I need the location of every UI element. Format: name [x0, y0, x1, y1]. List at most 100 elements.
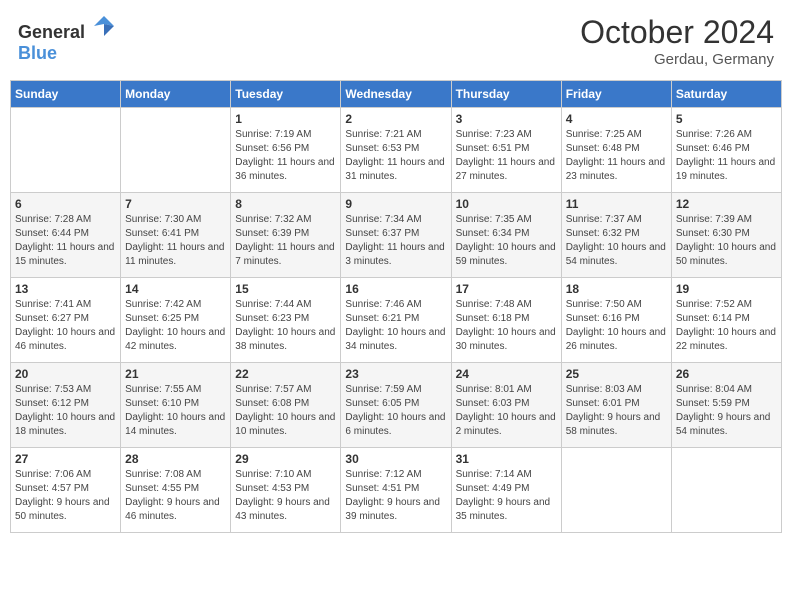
day-number: 16: [345, 282, 446, 296]
day-info: Sunrise: 7:42 AM Sunset: 6:25 PM Dayligh…: [125, 298, 226, 354]
week-row-1: 1 Sunrise: 7:19 AM Sunset: 6:56 PM Daylig…: [11, 108, 782, 193]
day-cell: 1 Sunrise: 7:19 AM Sunset: 6:56 PM Daylig…: [231, 108, 341, 193]
day-info: Sunrise: 7:28 AM Sunset: 6:44 PM Dayligh…: [15, 213, 116, 269]
day-cell: 30Sunrise: 7:12 AM Sunset: 4:51 PM Dayli…: [341, 448, 451, 533]
weekday-header-sunday: Sunday: [11, 81, 121, 108]
day-info: Sunrise: 7:32 AM Sunset: 6:39 PM Dayligh…: [235, 213, 336, 269]
calendar-table: SundayMondayTuesdayWednesdayThursdayFrid…: [10, 80, 782, 533]
day-number: 22: [235, 367, 336, 381]
day-info: Sunrise: 7:19 AM Sunset: 6:56 PM Dayligh…: [235, 128, 336, 184]
day-number: 2: [345, 112, 446, 126]
day-cell: 14 Sunrise: 7:42 AM Sunset: 6:25 PM Dayli…: [121, 278, 231, 363]
day-number: 9: [345, 197, 446, 211]
day-number: 31: [456, 452, 557, 466]
day-cell: 12Sunrise: 7:39 AM Sunset: 6:30 PM Dayli…: [671, 193, 781, 278]
day-number: 8: [235, 197, 336, 211]
location: Gerdau, Germany: [580, 51, 774, 68]
day-cell: 16 Sunrise: 7:46 AM Sunset: 6:21 PM Dayli…: [341, 278, 451, 363]
day-info: Sunrise: 7:34 AM Sunset: 6:37 PM Dayligh…: [345, 213, 446, 269]
day-cell: 17 Sunrise: 7:48 AM Sunset: 6:18 PM Dayli…: [451, 278, 561, 363]
day-cell: 22 Sunrise: 7:57 AM Sunset: 6:08 PM Dayli…: [231, 363, 341, 448]
day-cell: 25 Sunrise: 8:03 AM Sunset: 6:01 PM Dayli…: [561, 363, 671, 448]
day-info: Sunrise: 7:50 AM Sunset: 6:16 PM Dayligh…: [566, 298, 667, 354]
weekday-header-row: SundayMondayTuesdayWednesdayThursdayFrid…: [11, 81, 782, 108]
day-cell: 3Sunrise: 7:23 AM Sunset: 6:51 PM Daylig…: [451, 108, 561, 193]
day-info: Sunrise: 7:37 AM Sunset: 6:32 PM Dayligh…: [566, 213, 667, 269]
logo-icon: [92, 14, 116, 38]
logo-blue: Blue: [18, 43, 57, 63]
weekday-header-tuesday: Tuesday: [231, 81, 341, 108]
day-cell: 19Sunrise: 7:52 AM Sunset: 6:14 PM Dayli…: [671, 278, 781, 363]
day-info: Sunrise: 7:08 AM Sunset: 4:55 PM Dayligh…: [125, 468, 226, 524]
day-info: Sunrise: 7:53 AM Sunset: 6:12 PM Dayligh…: [15, 383, 116, 439]
day-number: 29: [235, 452, 336, 466]
day-cell: 27 Sunrise: 7:06 AM Sunset: 4:57 PM Dayli…: [11, 448, 121, 533]
day-info: Sunrise: 7:44 AM Sunset: 6:23 PM Dayligh…: [235, 298, 336, 354]
day-info: Sunrise: 7:25 AM Sunset: 6:48 PM Dayligh…: [566, 128, 667, 184]
day-number: 24: [456, 367, 557, 381]
week-row-5: 27 Sunrise: 7:06 AM Sunset: 4:57 PM Dayli…: [11, 448, 782, 533]
day-number: 14: [125, 282, 226, 296]
day-cell: 21Sunrise: 7:55 AM Sunset: 6:10 PM Dayli…: [121, 363, 231, 448]
day-cell: 15 Sunrise: 7:44 AM Sunset: 6:23 PM Dayli…: [231, 278, 341, 363]
day-info: Sunrise: 7:26 AM Sunset: 6:46 PM Dayligh…: [676, 128, 777, 184]
day-cell: 10Sunrise: 7:35 AM Sunset: 6:34 PM Dayli…: [451, 193, 561, 278]
day-number: 17: [456, 282, 557, 296]
day-info: Sunrise: 7:14 AM Sunset: 4:49 PM Dayligh…: [456, 468, 557, 524]
day-info: Sunrise: 7:46 AM Sunset: 6:21 PM Dayligh…: [345, 298, 446, 354]
day-number: 5: [676, 112, 777, 126]
day-info: Sunrise: 7:55 AM Sunset: 6:10 PM Dayligh…: [125, 383, 226, 439]
day-info: Sunrise: 7:41 AM Sunset: 6:27 PM Dayligh…: [15, 298, 116, 354]
day-info: Sunrise: 7:06 AM Sunset: 4:57 PM Dayligh…: [15, 468, 116, 524]
day-cell: 28Sunrise: 7:08 AM Sunset: 4:55 PM Dayli…: [121, 448, 231, 533]
title-block: October 2024 Gerdau, Germany: [580, 14, 774, 68]
day-info: Sunrise: 7:10 AM Sunset: 4:53 PM Dayligh…: [235, 468, 336, 524]
day-info: Sunrise: 7:57 AM Sunset: 6:08 PM Dayligh…: [235, 383, 336, 439]
day-number: 18: [566, 282, 667, 296]
day-number: 19: [676, 282, 777, 296]
day-number: 26: [676, 367, 777, 381]
week-row-2: 6 Sunrise: 7:28 AM Sunset: 6:44 PM Daylig…: [11, 193, 782, 278]
month-title: October 2024: [580, 14, 774, 51]
day-cell: 4Sunrise: 7:25 AM Sunset: 6:48 PM Daylig…: [561, 108, 671, 193]
day-cell: [11, 108, 121, 193]
day-cell: 5 Sunrise: 7:26 AM Sunset: 6:46 PM Daylig…: [671, 108, 781, 193]
day-info: Sunrise: 7:48 AM Sunset: 6:18 PM Dayligh…: [456, 298, 557, 354]
day-info: Sunrise: 7:12 AM Sunset: 4:51 PM Dayligh…: [345, 468, 446, 524]
day-cell: 2Sunrise: 7:21 AM Sunset: 6:53 PM Daylig…: [341, 108, 451, 193]
day-cell: 29 Sunrise: 7:10 AM Sunset: 4:53 PM Dayli…: [231, 448, 341, 533]
page-header: General Blue October 2024 Gerdau, German…: [10, 10, 782, 72]
day-number: 25: [566, 367, 667, 381]
logo-general: General: [18, 22, 85, 42]
day-info: Sunrise: 7:30 AM Sunset: 6:41 PM Dayligh…: [125, 213, 226, 269]
week-row-4: 20Sunrise: 7:53 AM Sunset: 6:12 PM Dayli…: [11, 363, 782, 448]
day-cell: 26 Sunrise: 8:04 AM Sunset: 5:59 PM Dayli…: [671, 363, 781, 448]
day-cell: [121, 108, 231, 193]
day-cell: 31 Sunrise: 7:14 AM Sunset: 4:49 PM Dayli…: [451, 448, 561, 533]
day-info: Sunrise: 8:04 AM Sunset: 5:59 PM Dayligh…: [676, 383, 777, 439]
day-info: Sunrise: 7:59 AM Sunset: 6:05 PM Dayligh…: [345, 383, 446, 439]
day-info: Sunrise: 7:39 AM Sunset: 6:30 PM Dayligh…: [676, 213, 777, 269]
day-number: 6: [15, 197, 116, 211]
logo: General Blue: [18, 14, 116, 64]
day-info: Sunrise: 8:01 AM Sunset: 6:03 PM Dayligh…: [456, 383, 557, 439]
logo-text: General Blue: [18, 14, 116, 64]
day-number: 10: [456, 197, 557, 211]
day-cell: [671, 448, 781, 533]
calendar-body: 1 Sunrise: 7:19 AM Sunset: 6:56 PM Daylig…: [11, 108, 782, 533]
day-number: 15: [235, 282, 336, 296]
day-cell: 18 Sunrise: 7:50 AM Sunset: 6:16 PM Dayli…: [561, 278, 671, 363]
day-number: 27: [15, 452, 116, 466]
weekday-header-friday: Friday: [561, 81, 671, 108]
weekday-header-thursday: Thursday: [451, 81, 561, 108]
day-info: Sunrise: 8:03 AM Sunset: 6:01 PM Dayligh…: [566, 383, 667, 439]
day-number: 7: [125, 197, 226, 211]
weekday-header-saturday: Saturday: [671, 81, 781, 108]
day-number: 1: [235, 112, 336, 126]
day-cell: 7 Sunrise: 7:30 AM Sunset: 6:41 PM Daylig…: [121, 193, 231, 278]
weekday-header-wednesday: Wednesday: [341, 81, 451, 108]
day-cell: 13Sunrise: 7:41 AM Sunset: 6:27 PM Dayli…: [11, 278, 121, 363]
day-info: Sunrise: 7:23 AM Sunset: 6:51 PM Dayligh…: [456, 128, 557, 184]
weekday-header-monday: Monday: [121, 81, 231, 108]
day-cell: 9 Sunrise: 7:34 AM Sunset: 6:37 PM Daylig…: [341, 193, 451, 278]
